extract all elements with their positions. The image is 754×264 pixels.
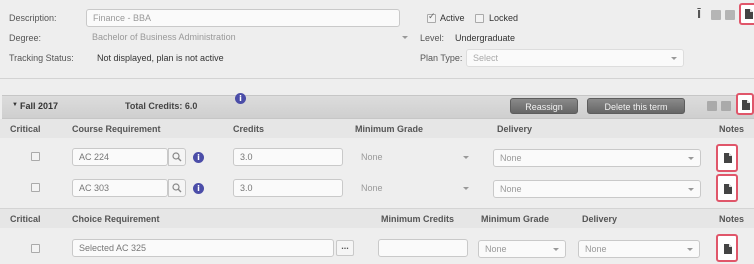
- row-notes-button[interactable]: [716, 234, 738, 262]
- minimum-credits-header: Minimum Credits: [381, 214, 455, 224]
- chevron-down-icon: [553, 248, 559, 251]
- credits-value: 3.0: [240, 152, 253, 162]
- info-icon[interactable]: i: [193, 152, 204, 163]
- notes-header: Notes: [719, 214, 745, 224]
- critical-checkbox[interactable]: [31, 183, 40, 192]
- term-tool-icon[interactable]: [707, 101, 717, 111]
- chevron-down-icon: [463, 156, 469, 159]
- credits-field[interactable]: 3.0: [233, 148, 343, 166]
- chevron-down-icon: [463, 187, 469, 190]
- description-field[interactable]: Finance - BBA: [86, 9, 400, 27]
- chevron-down-icon: [687, 248, 693, 251]
- minimum-grade-value: None: [361, 183, 383, 193]
- reassign-label: Reassign: [525, 102, 563, 112]
- chevron-down-icon: [671, 57, 677, 60]
- critical-header: Critical: [10, 214, 41, 224]
- active-checkbox[interactable]: [427, 11, 436, 23]
- ellipsis-icon: ...: [341, 241, 349, 251]
- note-icon: [724, 244, 732, 254]
- export-icon[interactable]: [711, 10, 721, 20]
- delivery-value: None: [585, 244, 607, 254]
- note-icon: [745, 9, 753, 19]
- minimum-grade-value: None: [361, 152, 383, 162]
- minimum-grade-select[interactable]: None: [355, 149, 483, 167]
- critical-header: Critical: [10, 124, 41, 134]
- choice-browse-button[interactable]: ...: [336, 240, 354, 256]
- credits-field[interactable]: 3.0: [233, 179, 343, 197]
- note-icon: [724, 153, 732, 163]
- note-icon: [742, 100, 750, 110]
- chevron-down-icon: [688, 157, 694, 160]
- note-icon: [724, 184, 732, 194]
- minimum-grade-select[interactable]: None: [355, 180, 483, 198]
- description-value: Finance - BBA: [93, 13, 152, 23]
- level-value: Undergraduate: [455, 33, 516, 43]
- plan-type-select[interactable]: Select: [466, 49, 684, 67]
- critical-checkbox[interactable]: [31, 244, 40, 253]
- tracking-status-label: Tracking Status:: [9, 53, 74, 63]
- course-value: AC 303: [79, 183, 110, 193]
- delivery-select[interactable]: None: [493, 180, 701, 198]
- chevron-down-icon: [688, 188, 694, 191]
- delivery-select[interactable]: None: [493, 149, 701, 167]
- course-field[interactable]: AC 224: [72, 148, 168, 166]
- term-notes-button[interactable]: [736, 93, 754, 115]
- total-credits: Total Credits: 6.0: [125, 101, 198, 111]
- active-label: Active: [440, 13, 465, 23]
- level-label: Level:: [420, 33, 445, 43]
- locked-checkbox[interactable]: [475, 14, 484, 23]
- chevron-down-icon: [402, 36, 408, 39]
- row-notes-button[interactable]: [716, 174, 738, 202]
- delete-term-label: Delete this term: [604, 102, 668, 112]
- delivery-value: None: [500, 153, 522, 163]
- credits-value: 3.0: [240, 183, 253, 193]
- delivery-value: None: [500, 184, 522, 194]
- course-table-header: Critical Course Requirement Credits Mini…: [0, 119, 754, 138]
- section-divider: [0, 78, 754, 79]
- credits-header: Credits: [233, 124, 265, 134]
- collapse-icon[interactable]: ▼: [12, 102, 18, 108]
- reassign-button[interactable]: Reassign: [510, 98, 578, 114]
- choice-selected-field[interactable]: Selected AC 325: [72, 239, 334, 257]
- info-icon[interactable]: i: [193, 183, 204, 194]
- minimum-grade-header: Minimum Grade: [481, 214, 550, 224]
- row-notes-button[interactable]: [716, 144, 738, 172]
- term-tool-icon[interactable]: [721, 101, 731, 111]
- search-icon: [172, 183, 182, 193]
- course-search-button[interactable]: [168, 148, 186, 166]
- minimum-grade-select[interactable]: None: [478, 240, 566, 258]
- choice-selected-value: Selected AC 325: [79, 243, 147, 253]
- course-requirement-header: Course Requirement: [72, 124, 161, 134]
- tracking-status-value: Not displayed, plan is not active: [97, 53, 224, 63]
- print-icon[interactable]: Ī: [697, 8, 701, 21]
- notes-header: Notes: [719, 124, 745, 134]
- delivery-header: Delivery: [497, 124, 533, 134]
- choice-table-header: Critical Choice Requirement Minimum Cred…: [0, 208, 754, 228]
- plan-type-label: Plan Type:: [420, 53, 463, 63]
- minimum-grade-value: None: [485, 244, 507, 254]
- degree-value: Bachelor of Business Administration: [92, 32, 236, 42]
- critical-checkbox[interactable]: [31, 152, 40, 161]
- copy-icon[interactable]: [725, 10, 735, 20]
- minimum-grade-header: Minimum Grade: [355, 124, 424, 134]
- locked-label: Locked: [489, 13, 519, 23]
- choice-requirement-header: Choice Requirement: [72, 214, 160, 224]
- term-header: ▼ Fall 2017 Total Credits: 6.0 i Reassig…: [2, 93, 754, 119]
- course-value: AC 224: [79, 152, 110, 162]
- course-field[interactable]: AC 303: [72, 179, 168, 197]
- description-label: Description:: [9, 13, 57, 23]
- course-search-button[interactable]: [168, 179, 186, 197]
- search-icon: [172, 152, 182, 162]
- degree-select[interactable]: Bachelor of Business Administration: [86, 29, 408, 47]
- info-icon[interactable]: i: [235, 93, 246, 104]
- plan-type-value: Select: [473, 53, 499, 63]
- delivery-header: Delivery: [582, 214, 618, 224]
- minimum-credits-field[interactable]: [378, 239, 468, 257]
- term-title[interactable]: Fall 2017: [20, 101, 58, 111]
- delivery-select[interactable]: None: [578, 240, 700, 258]
- delete-term-button[interactable]: Delete this term: [587, 98, 685, 114]
- plan-notes-button[interactable]: [739, 3, 754, 25]
- degree-label: Degree:: [9, 33, 42, 43]
